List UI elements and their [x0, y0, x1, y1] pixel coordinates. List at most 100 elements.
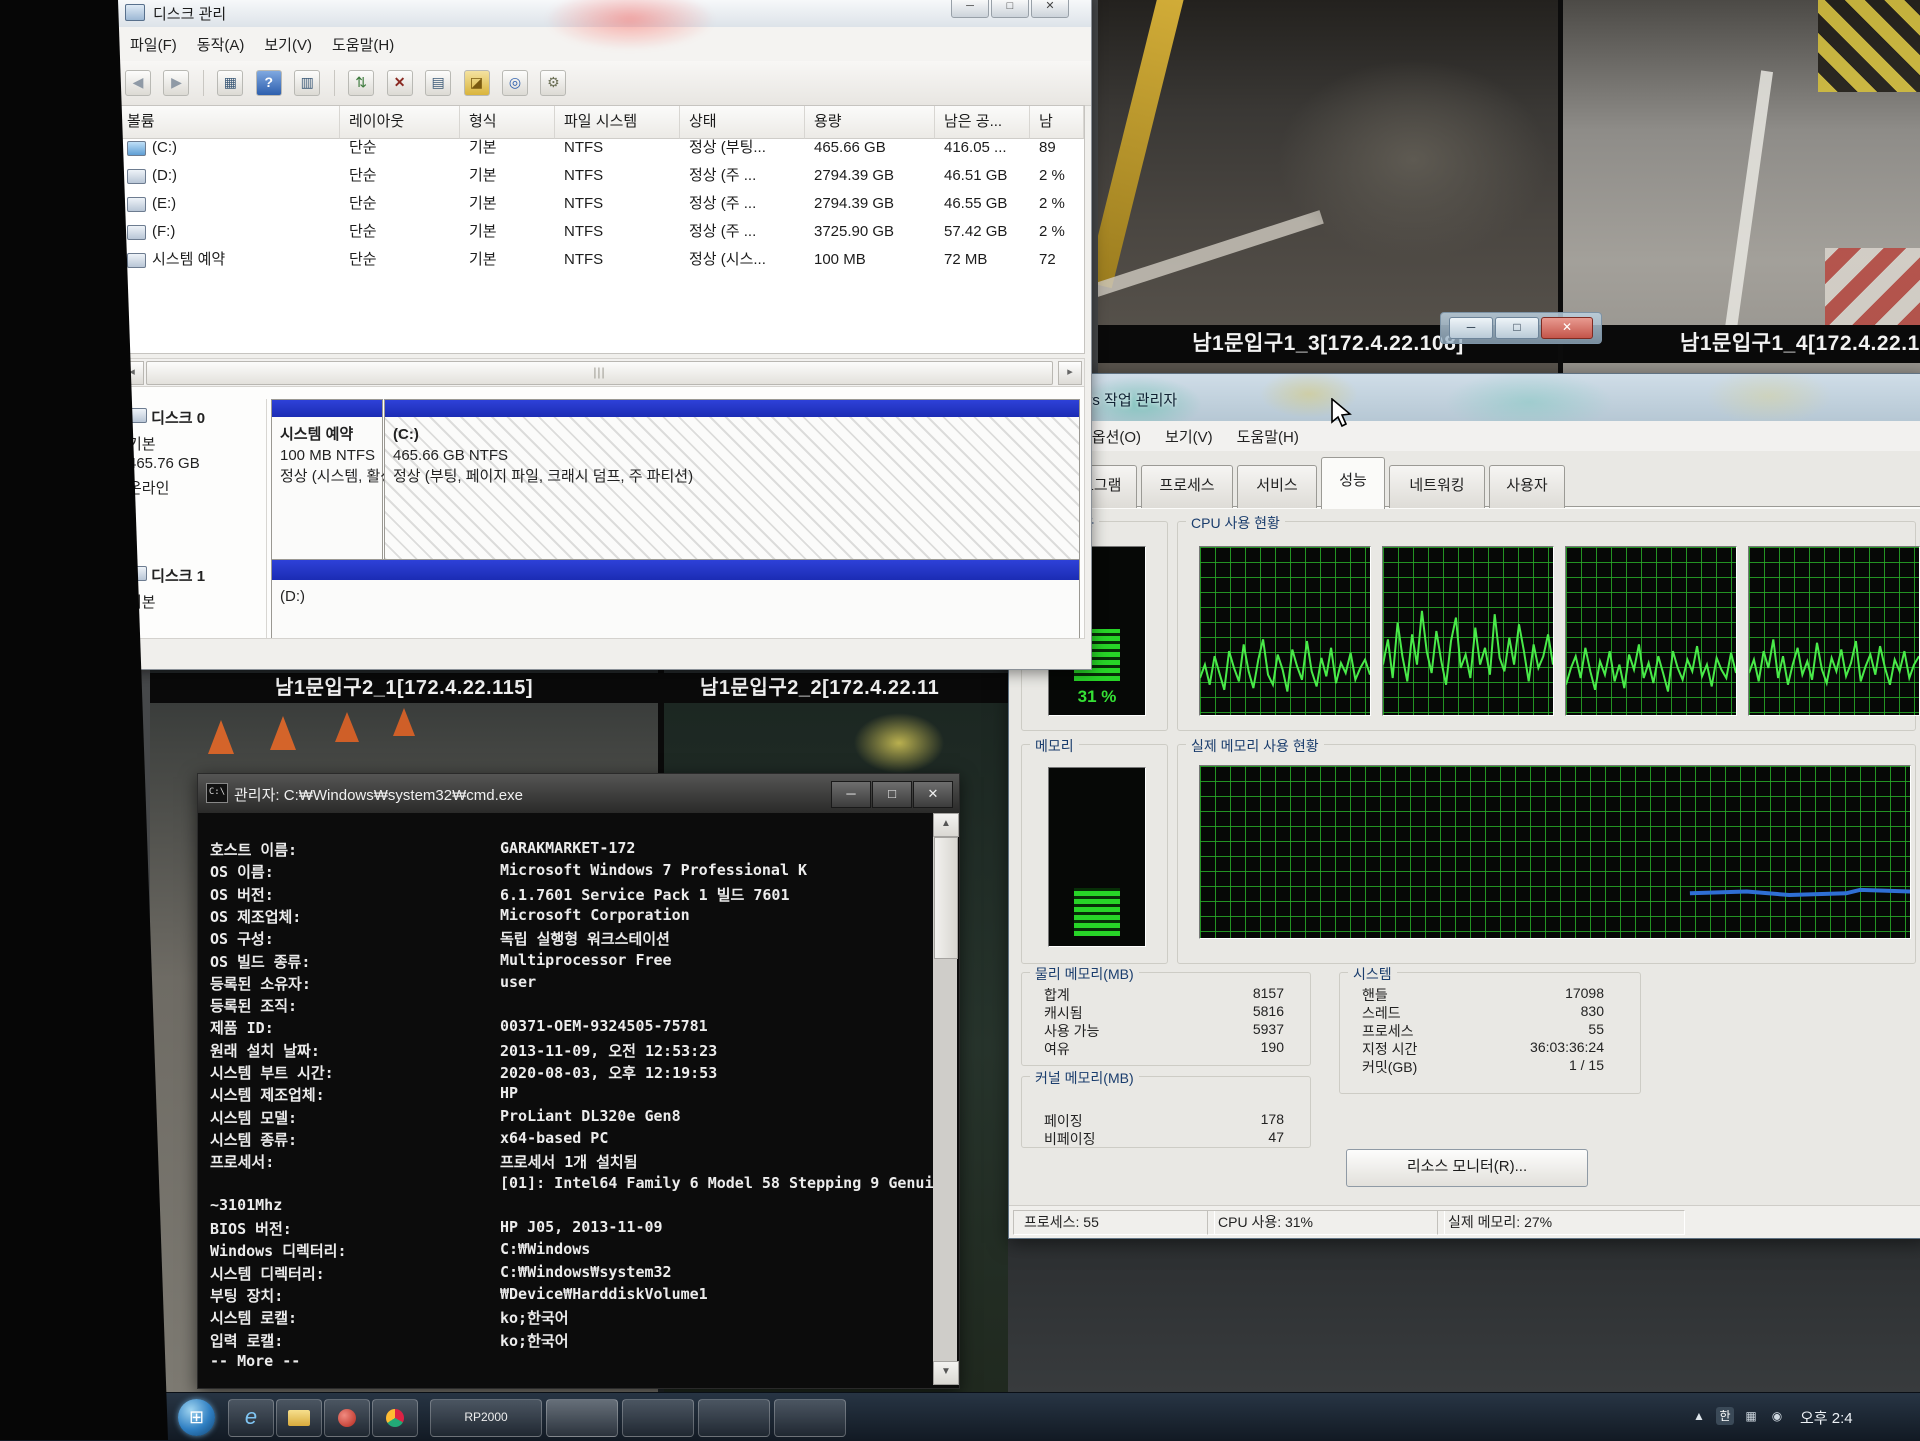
maximize-button[interactable]: □ [991, 0, 1029, 18]
maximize-button[interactable]: □ [872, 781, 912, 808]
cell-status: 정상 (주 ... [680, 162, 805, 190]
cell-layout: 단순 [340, 134, 460, 162]
disk-management-titlebar[interactable]: 디스크 관리 ─ □ ✕ [113, 0, 1091, 28]
stat-label: 커밋(GB) [1362, 1057, 1417, 1077]
cctv-label-2-1: 남1문입구2_1[172.4.22.115] [150, 673, 658, 703]
disk-management-icon [125, 4, 145, 21]
scroll-left-arrow[interactable]: ◂ [120, 361, 144, 385]
volume-icon [127, 253, 146, 268]
settings-icon[interactable]: ⚙ [540, 70, 566, 96]
taskbar-icon-ie[interactable]: e [228, 1399, 274, 1437]
volume-cell[interactable]: (D:) [118, 162, 340, 190]
clock[interactable]: 오후 2:4 [1800, 1407, 1853, 1428]
forward-icon[interactable]: ▶ [163, 70, 189, 96]
tab-프로세스[interactable]: 프로세스 [1141, 465, 1233, 508]
minimize-button[interactable]: ─ [831, 781, 871, 808]
menu-item[interactable]: 보기(V) [254, 27, 322, 55]
menu-item[interactable]: 동작(A) [187, 27, 255, 55]
disk0-label-cell[interactable]: 디스크 0 기본 465.76 GB 온라인 [120, 399, 267, 559]
cell-layout: 단순 [340, 162, 460, 190]
start-button[interactable]: ⊞ [178, 1399, 215, 1436]
taskbar-window-button[interactable]: RP2000 [430, 1399, 542, 1437]
volume-cell[interactable]: 시스템 예약 [118, 246, 340, 274]
task-manager-window: Windows 작업 관리자 파일(F)옵션(O)보기(V)도움말(H) 응용 … [1008, 373, 1920, 1239]
cmd-scrollbar[interactable]: ▲ ▼ [933, 813, 957, 1385]
horizontal-scrollbar[interactable]: ◂ ||| ▸ [117, 358, 1085, 388]
cell-pct: 89 [1030, 134, 1084, 162]
search-icon[interactable]: ◎ [502, 70, 528, 96]
graphical-view: 디스크 0 기본 465.76 GB 온라인 시스템 예약 100 MB NTF… [117, 386, 1085, 639]
stat-value: 5816 [1122, 1003, 1284, 1019]
cmd-console[interactable]: 호스트 이름:GARAKMARKET-172OS 이름:Microsoft Wi… [200, 813, 933, 1385]
taskbar-window-button[interactable] [546, 1399, 618, 1437]
back-icon[interactable]: ◀ [125, 70, 151, 96]
cell-free: 416.05 ... [935, 134, 1030, 162]
taskbar-icon-media[interactable] [324, 1399, 370, 1437]
tab-사용자[interactable]: 사용자 [1489, 465, 1565, 508]
refresh-icon[interactable]: ⇅ [348, 70, 374, 96]
cmd-titlebar[interactable]: C:\ 관리자: C:₩Windows₩system32₩cmd.exe ─ □… [198, 774, 959, 813]
network-icon[interactable]: ▦ [1742, 1407, 1760, 1425]
delete-icon[interactable]: ✕ [387, 70, 413, 96]
scroll-thumb[interactable]: ||| [146, 361, 1053, 385]
scroll-thumb[interactable] [934, 837, 958, 959]
cell-free: 72 MB [935, 246, 1030, 274]
close-button[interactable]: ✕ [913, 781, 953, 808]
stat-label: 여유 [1044, 1039, 1070, 1059]
disk1-label-cell[interactable]: 디스크 1 기본 [120, 559, 267, 638]
stat-label: 사용 가능 [1044, 1021, 1099, 1041]
menu-item[interactable]: 도움말(H) [1225, 421, 1311, 447]
taskbar-icon-folder[interactable] [276, 1399, 322, 1437]
console-line: Windows 디렉터리:C:₩Windows [200, 1240, 933, 1262]
cell-capacity: 465.66 GB [805, 134, 935, 162]
help-icon[interactable]: ? [256, 70, 282, 96]
partition-d[interactable]: (D:) [271, 559, 1080, 639]
stat-label: 지정 시간 [1362, 1039, 1417, 1059]
close-button[interactable]: ✕ [1031, 0, 1069, 18]
cell-fs: NTFS [555, 218, 680, 246]
barrier-stripes [1818, 0, 1920, 92]
ime-indicator[interactable]: 한 [1716, 1407, 1734, 1425]
maximize-button[interactable]: □ [1495, 317, 1539, 339]
taskbar-icon-browser[interactable] [372, 1399, 418, 1437]
volume-icon[interactable]: ◉ [1768, 1407, 1786, 1425]
console-tree-icon[interactable]: ▦ [217, 70, 243, 96]
taskbar-window-button[interactable] [774, 1399, 846, 1437]
cmd-title: 관리자: C:₩Windows₩system32₩cmd.exe [234, 784, 523, 805]
scroll-down-arrow[interactable]: ▼ [933, 1361, 959, 1385]
console-line: 시스템 제조업체:HP [200, 1084, 933, 1106]
cmd-window: C:\ 관리자: C:₩Windows₩system32₩cmd.exe ─ □… [197, 773, 960, 1389]
tray-show-hidden-icon[interactable]: ▲ [1690, 1407, 1708, 1425]
disk-icon [128, 408, 147, 423]
cmd-icon: C:\ [206, 783, 228, 803]
console-line: 시스템 부트 시간:2020-08-03, 오후 12:19:53 [200, 1062, 933, 1084]
volume-icon [127, 169, 146, 184]
tab-네트워킹[interactable]: 네트워킹 [1389, 465, 1485, 508]
show-hide-icon[interactable]: ▥ [294, 70, 320, 96]
close-button[interactable]: ✕ [1541, 317, 1593, 339]
minimize-button[interactable]: ─ [951, 0, 989, 18]
resource-monitor-button[interactable]: 리소스 모니터(R)... [1346, 1149, 1588, 1187]
partition-system-reserved[interactable]: 시스템 예약 100 MB NTFS 정상 (시스템, 활성 [271, 399, 383, 561]
console-line: OS 빌드 종류:Multiprocessor Free [200, 951, 933, 973]
task-manager-titlebar[interactable]: Windows 작업 관리자 [1009, 374, 1920, 422]
scroll-up-arrow[interactable]: ▲ [933, 813, 959, 837]
volume-cell[interactable]: (C:) [118, 134, 340, 162]
tab-성능[interactable]: 성능 [1321, 457, 1385, 509]
properties-icon[interactable]: ▤ [425, 70, 451, 96]
volume-cell[interactable]: (F:) [118, 218, 340, 246]
tab-서비스[interactable]: 서비스 [1237, 465, 1317, 508]
minimize-button[interactable]: ─ [1449, 317, 1493, 339]
console-line: 원래 설치 날짜:2013-11-09, 오전 12:53:23 [200, 1040, 933, 1062]
open-folder-icon[interactable]: ◪ [464, 70, 490, 96]
menu-item[interactable]: 보기(V) [1153, 421, 1225, 447]
partition-c[interactable]: (C:) 465.66 GB NTFS 정상 (부팅, 페이지 파일, 크래시 … [384, 399, 1080, 561]
taskbar-window-button[interactable] [622, 1399, 694, 1437]
menu-item[interactable]: 도움말(H) [322, 27, 404, 55]
cell-layout: 단순 [340, 246, 460, 274]
volume-cell[interactable]: (E:) [118, 190, 340, 218]
taskbar-window-button[interactable] [698, 1399, 770, 1437]
cell-layout: 단순 [340, 190, 460, 218]
scroll-right-arrow[interactable]: ▸ [1058, 361, 1082, 385]
menu-item[interactable]: 파일(F) [120, 27, 187, 55]
